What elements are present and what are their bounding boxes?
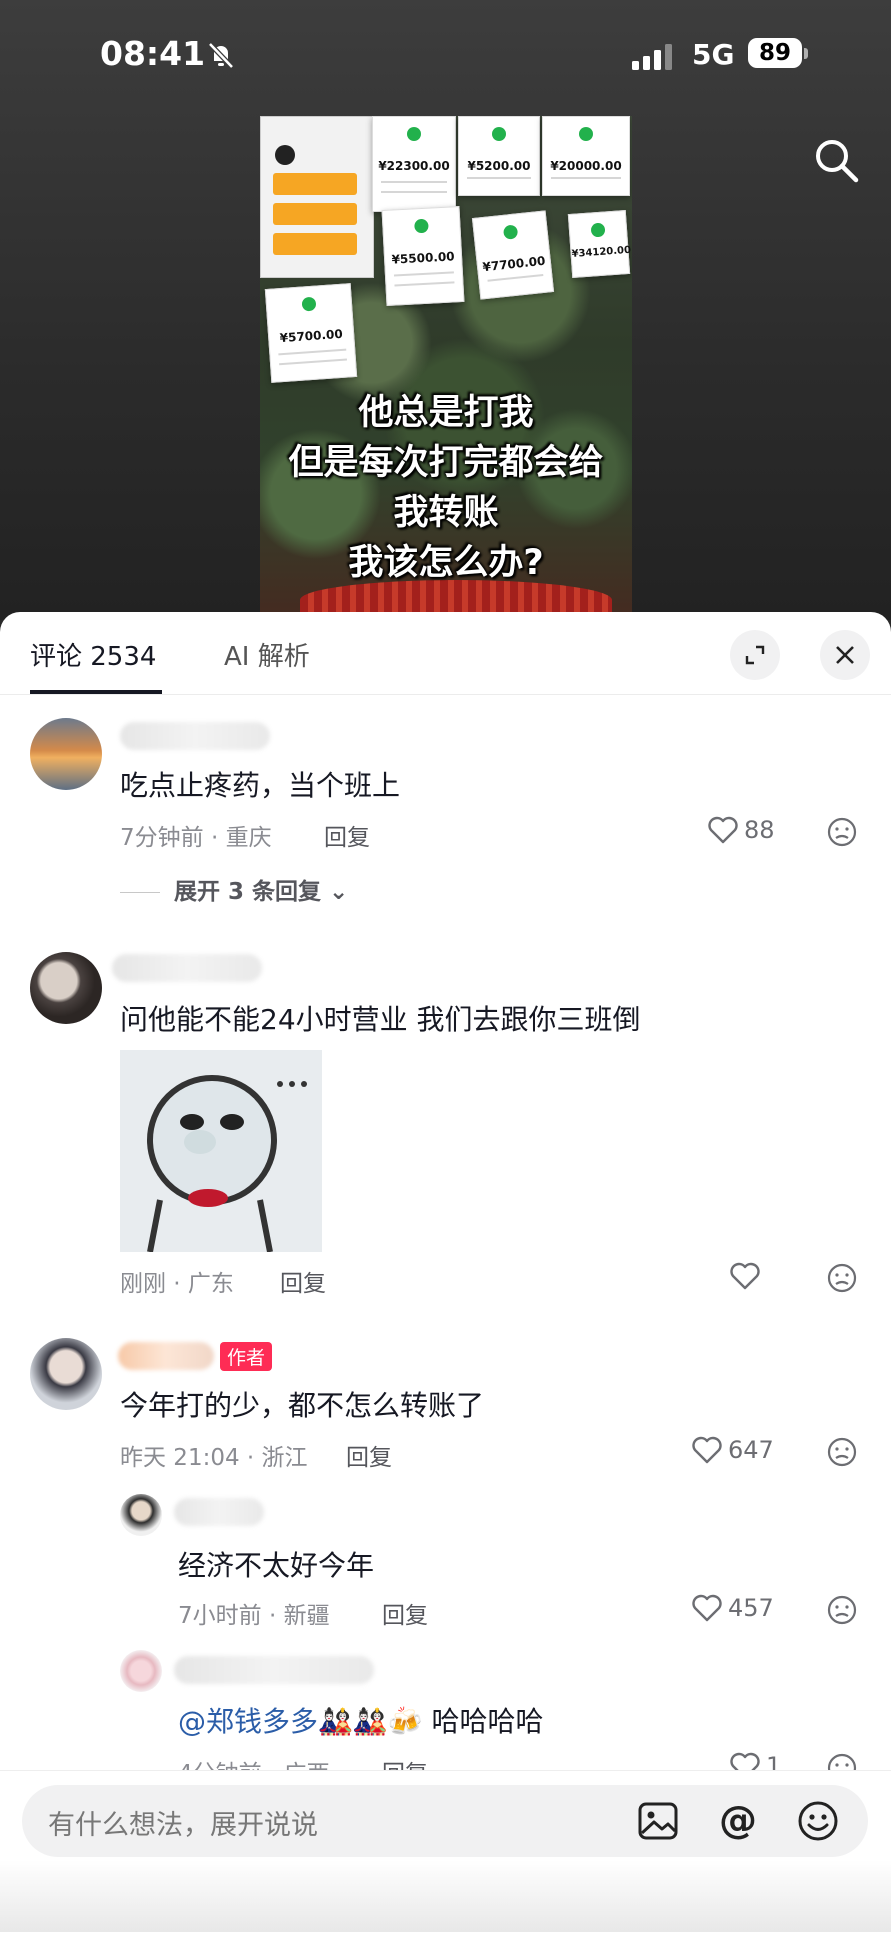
dislike-face-icon[interactable] — [826, 816, 858, 848]
mute-bell-icon — [208, 42, 234, 69]
like-count: 647 — [728, 1436, 774, 1464]
transfer-receipt: ¥22300.00 — [372, 116, 456, 212]
reply-button[interactable]: 回复 — [324, 818, 370, 852]
username-blurred[interactable] — [112, 954, 262, 982]
signal-icon — [632, 44, 672, 70]
heart-icon — [708, 816, 738, 844]
reply-button[interactable]: 回复 — [382, 1596, 428, 1630]
video-background: 08:41 5G 89 ¥22300.00 ¥5200.00 ¥20000.00… — [0, 0, 891, 620]
like-button[interactable]: 457 — [692, 1594, 774, 1622]
username-blurred[interactable] — [120, 722, 270, 750]
reply-text: @郑钱多多🎎🎎🍻 哈哈哈哈 — [178, 1700, 544, 1740]
transfer-receipt: ¥20000.00 — [542, 116, 630, 196]
like-button[interactable]: 88 — [708, 816, 775, 844]
comment-meta: 昨天 21:04 · 浙江 — [120, 1445, 308, 1471]
bottom-fade — [0, 1860, 891, 1932]
chat-screenshot — [260, 116, 374, 278]
tab-ai-analysis[interactable]: AI 解析 — [224, 636, 310, 673]
battery-level: 89 — [748, 38, 802, 68]
dislike-face-icon[interactable] — [826, 1594, 858, 1626]
comment-input[interactable]: 有什么想法，展开说说 @ — [22, 1785, 868, 1857]
like-count: 88 — [744, 816, 775, 844]
comment-text: 今年打的少，都不怎么转账了 — [120, 1389, 485, 1422]
avatar[interactable] — [120, 1650, 162, 1692]
reply-button[interactable]: 回复 — [280, 1264, 326, 1298]
expand-replies-button[interactable]: 展开 3 条回复 ⌄ — [120, 872, 348, 906]
username-blurred[interactable] — [118, 1342, 214, 1370]
caption-line: 但是每次打完都会给 — [288, 443, 604, 483]
heart-icon — [692, 1594, 722, 1622]
comment-input-placeholder: 有什么想法，展开说说 — [48, 1810, 318, 1841]
meme-face-icon — [120, 1050, 322, 1252]
comments-tabs: 评论 2534 AI 解析 — [0, 612, 891, 695]
transfer-receipt: ¥5200.00 — [458, 116, 540, 196]
search-icon[interactable] — [812, 136, 860, 184]
reply-laugh-text: 哈哈哈哈 — [422, 1705, 544, 1738]
heart-icon — [730, 1262, 760, 1290]
reply-text: 经济不太好今年 — [178, 1549, 375, 1582]
mention-at-icon[interactable]: @ — [714, 1797, 762, 1845]
comments-sheet: 评论 2534 AI 解析 吃点止疼药，当个班上 7分钟前 · 重庆 回复 88… — [0, 612, 891, 1932]
emoji-icon[interactable] — [794, 1797, 842, 1845]
dislike-face-icon[interactable] — [826, 1436, 858, 1468]
caption-line: 我该怎么办? — [348, 543, 544, 583]
transfer-receipt: ¥34120.00 — [567, 210, 631, 278]
transfer-receipt: ¥7700.00 — [471, 210, 555, 300]
caption-line: 我转账 — [393, 493, 499, 533]
avatar[interactable] — [30, 1338, 102, 1410]
username-blurred[interactable] — [174, 1656, 374, 1684]
image-icon[interactable] — [634, 1797, 682, 1845]
expand-icon — [745, 645, 765, 665]
avatar[interactable] — [30, 718, 102, 790]
network-type: 5G — [692, 38, 735, 71]
like-button[interactable]: 647 — [692, 1436, 774, 1464]
avatar[interactable] — [120, 1494, 162, 1536]
tab-comments[interactable]: 评论 2534 — [30, 636, 156, 673]
close-button[interactable] — [820, 630, 870, 680]
heart-icon — [692, 1436, 722, 1464]
comment-text: 问他能不能24小时营业 我们去跟你三班倒 — [120, 1003, 641, 1036]
author-badge: 作者 — [220, 1342, 273, 1371]
comment-text: 吃点止疼药，当个班上 — [120, 769, 401, 802]
battery-tip — [804, 48, 808, 59]
close-icon — [836, 646, 854, 664]
transfer-receipt: ¥5700.00 — [264, 283, 358, 383]
active-tab-indicator — [30, 690, 162, 694]
expand-button[interactable] — [730, 630, 780, 680]
username-blurred[interactable] — [174, 1498, 264, 1526]
comment-meta: 刚刚 · 广东 — [120, 1271, 234, 1297]
avatar[interactable] — [30, 952, 102, 1024]
reply-emoji: 🎎🎎🍻 — [318, 1705, 423, 1738]
mention-link[interactable]: @郑钱多多 — [178, 1705, 318, 1738]
status-time: 08:41 — [100, 34, 206, 73]
like-count: 457 — [728, 1594, 774, 1622]
meme-sticker-image[interactable] — [120, 1050, 322, 1252]
svg-text:@: @ — [719, 1798, 757, 1842]
caption-line: 他总是打我 — [358, 393, 534, 433]
video-frame[interactable]: ¥22300.00 ¥5200.00 ¥20000.00 ¥5500.00 ¥7… — [260, 116, 632, 620]
dislike-face-icon[interactable] — [826, 1262, 858, 1294]
status-bar: 08:41 5G 89 — [0, 34, 891, 84]
reply-meta: 7小时前 · 新疆 — [178, 1603, 330, 1629]
transfer-receipt: ¥5500.00 — [381, 206, 465, 306]
like-button[interactable] — [730, 1262, 766, 1290]
reply-button[interactable]: 回复 — [346, 1438, 392, 1472]
comment-meta: 7分钟前 · 重庆 — [120, 825, 272, 851]
